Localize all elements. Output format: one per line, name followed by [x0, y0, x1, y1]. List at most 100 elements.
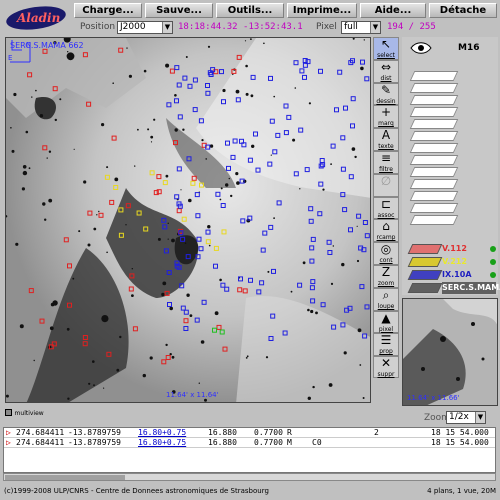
- table-row[interactable]: ▷ 274.684411 -13.8789759 16.80+0.75 16.880 0.…: [4, 438, 495, 448]
- zoom-view[interactable]: 11.64' x 11.66': [402, 298, 498, 406]
- star: [101, 315, 109, 323]
- tool-loupe[interactable]: ⌕ loupe: [373, 287, 399, 311]
- star: [245, 92, 249, 96]
- star: [174, 94, 177, 97]
- cell-ra: 274.684411: [16, 428, 65, 437]
- empty-plane[interactable]: [409, 119, 459, 129]
- cell-time: 18 15 54.000: [431, 438, 489, 447]
- star: [265, 356, 269, 359]
- star: [54, 118, 57, 122]
- empty-plane[interactable]: [409, 203, 459, 213]
- plane-layer[interactable]: V.112: [407, 243, 496, 255]
- star: [214, 311, 219, 316]
- tool-dessin[interactable]: ✎ dessin: [373, 82, 399, 106]
- star: [208, 244, 211, 247]
- multiview-toggle[interactable]: multiview: [5, 408, 44, 417]
- tool-pixel[interactable]: ▲ pixel: [373, 310, 399, 334]
- cell-dec: -13.8789759: [68, 428, 121, 437]
- star: [267, 270, 270, 273]
- tool-label: pixel: [378, 325, 394, 333]
- empty-plane[interactable]: [409, 215, 459, 225]
- print-button[interactable]: Imprime...: [287, 3, 357, 18]
- plane-name: SERC.S.MAMA: [442, 283, 500, 292]
- cursor-icon: ↖: [380, 37, 392, 51]
- tool-dist[interactable]: ⇔ dist: [373, 59, 399, 83]
- tool-suppr[interactable]: ✕ suppr: [373, 356, 399, 379]
- empty-plane[interactable]: [409, 179, 459, 189]
- frame-select[interactable]: J2000 ▼: [117, 21, 173, 34]
- scrollbar-thumb[interactable]: [5, 475, 125, 480]
- star: [250, 38, 252, 40]
- plane-layer[interactable]: V.212: [407, 256, 496, 268]
- empty-plane[interactable]: [409, 143, 459, 153]
- star: [112, 82, 114, 84]
- distance-icon: ⇔: [380, 59, 392, 74]
- star: [28, 167, 31, 170]
- position-label: Position: [80, 22, 116, 32]
- plane-layer[interactable]: IX.10A: [407, 269, 496, 281]
- star: [78, 230, 81, 233]
- empty-plane[interactable]: [409, 131, 459, 141]
- tool-texte[interactable]: Atexte: [373, 128, 399, 151]
- star: [292, 138, 296, 142]
- star: [137, 128, 139, 131]
- cell-link[interactable]: 16.80+0.75: [138, 428, 186, 438]
- star: [219, 198, 222, 201]
- pixel-value-readout: 194 / 255: [387, 22, 436, 32]
- zoom-select[interactable]: 1/2x ▼: [446, 411, 486, 424]
- tool-rcamp[interactable]: ⌂ rcamp: [373, 219, 399, 243]
- star: [219, 278, 222, 282]
- plane-layer[interactable]: SERC.S.MAMA: [407, 282, 500, 294]
- empty-plane[interactable]: [409, 95, 459, 105]
- load-button[interactable]: Charge...: [74, 3, 142, 18]
- help-button[interactable]: Aide...: [360, 3, 426, 18]
- star: [67, 51, 69, 53]
- star: [103, 387, 105, 389]
- measurement-table[interactable]: ▷ 274.684411 -13.8789759 16.80+0.75 16.880 0.…: [3, 427, 496, 473]
- row-marker-icon[interactable]: ▷: [6, 428, 11, 438]
- star: [44, 218, 47, 221]
- tool-prop[interactable]: ☰ prop: [373, 333, 399, 357]
- pixel-mode-select[interactable]: full ▼: [341, 21, 381, 34]
- star: [185, 56, 188, 58]
- plane-swatch: [407, 283, 443, 293]
- image-view[interactable]: SERC.S.MAMA 662 11.64' x 11.64' N E: [5, 37, 371, 403]
- star: [315, 311, 318, 315]
- row-marker-icon[interactable]: ▷: [6, 438, 11, 448]
- tool-select[interactable]: ↖ select: [373, 37, 399, 60]
- tool-label: select: [377, 52, 395, 59]
- star: [205, 158, 207, 160]
- horizontal-scrollbar[interactable]: [3, 473, 496, 481]
- sky-image[interactable]: [6, 38, 371, 403]
- tool-marq[interactable]: + marq: [373, 105, 399, 129]
- empty-plane[interactable]: [409, 107, 459, 117]
- empty-plane[interactable]: [409, 83, 459, 93]
- empty-plane[interactable]: [409, 167, 459, 177]
- cell-mag: 16.880: [208, 438, 237, 447]
- save-button[interactable]: Sauve...: [145, 3, 213, 18]
- star: [165, 63, 170, 68]
- star: [171, 355, 175, 359]
- detach-button[interactable]: Détache: [429, 3, 497, 18]
- tool-label: prop: [379, 348, 393, 356]
- eye-icon[interactable]: [410, 41, 432, 55]
- star: [66, 52, 75, 61]
- star: [147, 128, 150, 131]
- star: [150, 135, 154, 139]
- empty-plane[interactable]: [409, 191, 459, 201]
- tool-filtre[interactable]: ≡ filtre: [373, 150, 399, 174]
- tool-assoc[interactable]: ⊏ assoc: [373, 196, 399, 220]
- star: [169, 306, 173, 311]
- tool-zoom[interactable]: Zzoom: [373, 264, 399, 288]
- filter-icon: ≡: [380, 150, 392, 165]
- star: [294, 87, 297, 89]
- star: [11, 149, 15, 153]
- frame-value: J2000: [120, 22, 146, 32]
- tool-cont[interactable]: ◎ cont: [373, 242, 399, 265]
- empty-plane[interactable]: [409, 71, 459, 81]
- empty-plane[interactable]: [409, 155, 459, 165]
- tools-button[interactable]: Outils...: [216, 3, 284, 18]
- table-row[interactable]: ▷ 274.684411 -13.8789759 16.80+0.75 16.880 0.…: [4, 428, 495, 438]
- copyright-text: (c)1999-2008 ULP/CNRS - Centre de Donnee…: [4, 487, 269, 495]
- cell-link[interactable]: 16.80+0.75: [138, 438, 186, 448]
